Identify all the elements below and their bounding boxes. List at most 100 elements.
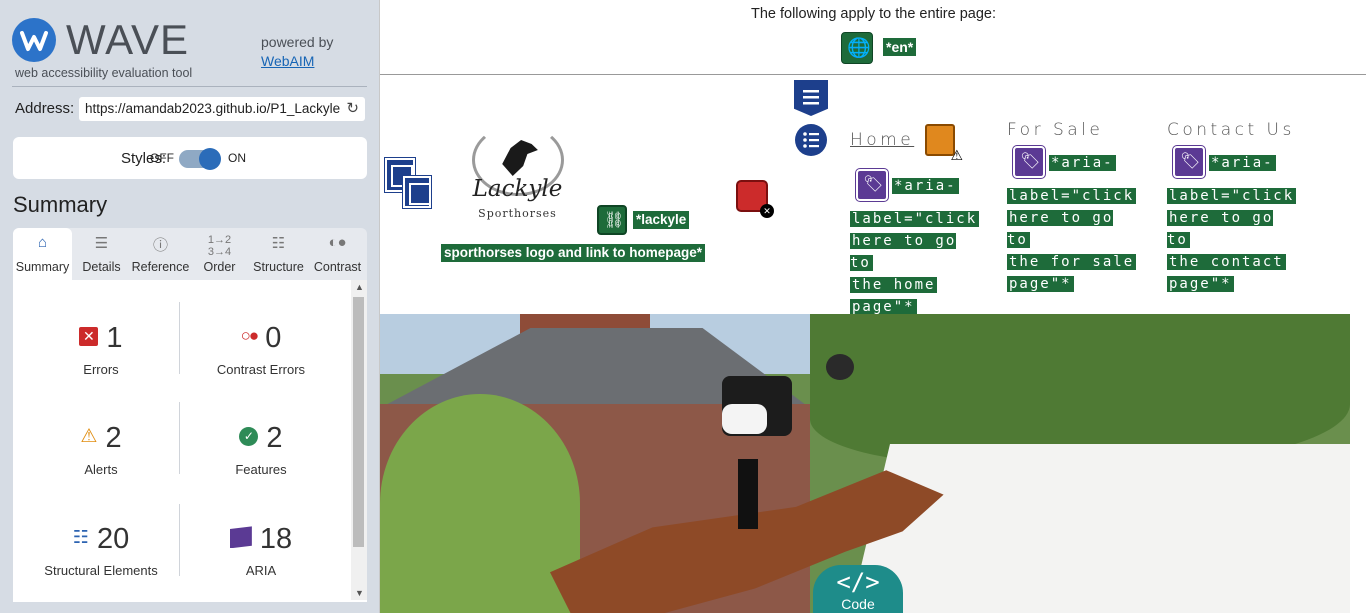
stat-errors[interactable]: ✕ 1 Errors	[21, 322, 181, 377]
tab-label: Details	[82, 260, 121, 274]
stat-features[interactable]: ✓ 2 Features	[181, 422, 341, 477]
scroll-down-icon[interactable]: ▼	[355, 588, 364, 598]
logo-alt-line-1: *lackyle	[633, 211, 690, 229]
code-icon: </>	[836, 568, 880, 596]
html5-icon[interactable]	[794, 80, 828, 116]
wave-logo: WAVE web accessibility evaluation tool p…	[12, 16, 372, 86]
wave-logo-subtitle: web accessibility evaluation tool	[15, 66, 193, 80]
stat-contrast-errors[interactable]: ○● 0 Contrast Errors	[181, 322, 341, 377]
logo-subtitle: Sporthorses	[478, 207, 557, 220]
address-input[interactable]: https://amandab2023.github.io/P1_Lackyle…	[79, 97, 365, 121]
aria-line: *aria-	[1209, 155, 1276, 171]
styles-on-label: ON	[228, 151, 246, 165]
errors-count: 1	[106, 322, 123, 354]
divider	[12, 86, 367, 87]
hero-rider-boot	[738, 459, 758, 529]
page-notice-title: The following apply to the entire page:	[750, 6, 997, 22]
language-tag: *en*	[883, 38, 917, 56]
logo-alt-line-2: sporthorses logo and link to homepage*	[441, 244, 706, 262]
webaim-link[interactable]: WebAIM	[261, 53, 314, 69]
wave-logo-text: WAVE	[66, 16, 190, 63]
page-level-notices: The following apply to the entire page: …	[380, 0, 1366, 75]
site-logo[interactable]: Lackyle Sporthorses	[460, 124, 575, 224]
list-icon: ☰	[94, 235, 109, 252]
tab-summary[interactable]: ⌂ Summary	[13, 228, 72, 280]
contrast-icon: ◐●	[328, 234, 347, 251]
aria-label-icon[interactable]	[856, 169, 888, 201]
aria-label-icon[interactable]	[1173, 146, 1205, 178]
alt-text: sporthorses logo and link to homepage*	[441, 244, 706, 262]
error-empty-link-icon[interactable]	[736, 180, 774, 218]
aria-text-forsale-cont: label="click here to go to the for sale …	[1007, 185, 1142, 295]
tab-label: Contrast	[313, 260, 362, 274]
reload-icon[interactable]: ↻	[346, 99, 359, 117]
hero-rider-breeches	[722, 404, 767, 434]
hero-trees	[810, 314, 1350, 464]
aria-label: ARIA	[245, 563, 277, 578]
wave-logo-icon	[12, 18, 56, 62]
redundant-link-alert-icon[interactable]	[925, 124, 963, 164]
tab-reference[interactable]: ⓘ Reference	[131, 228, 190, 280]
app-window: WAVE web accessibility evaluation tool p…	[0, 0, 1366, 613]
contrast-error-icon: ○●	[240, 326, 259, 346]
aria-line: here to go to	[1167, 210, 1274, 248]
aria-label-icon[interactable]	[1013, 146, 1045, 178]
tab-structure[interactable]: ☷ Structure	[249, 228, 308, 280]
aria-text-home-cont: label="click here to go to the home page…	[850, 208, 985, 318]
structural-label: Structural Elements	[44, 563, 158, 578]
scroll-up-icon[interactable]: ▲	[355, 282, 364, 292]
code-toggle-button[interactable]: </> Code	[813, 565, 903, 613]
features-count: 2	[266, 422, 283, 454]
aria-line: here to go to	[850, 233, 957, 271]
alerts-label: Alerts	[84, 462, 118, 477]
nav-for-sale[interactable]: For Sale	[1007, 120, 1103, 140]
toggle-knob	[199, 148, 221, 170]
list-icon[interactable]	[795, 124, 827, 156]
powered-by: powered by WebAIM	[261, 33, 333, 71]
contrast-errors-label: Contrast Errors	[216, 362, 306, 377]
stat-aria[interactable]: 18 ARIA	[181, 523, 341, 578]
stat-alerts[interactable]: ⚠ 2 Alerts	[21, 422, 181, 477]
tab-bar: ⌂ Summary ☰ Details ⓘ Reference 1→2 3→4 O…	[13, 228, 367, 280]
site-header: Lackyle Sporthorses *lackyle sporthorses…	[380, 76, 1350, 315]
nav-home[interactable]: Home	[850, 130, 914, 150]
wave-sidebar: WAVE web accessibility evaluation tool p…	[0, 0, 379, 613]
linked-image-icon[interactable]	[597, 205, 627, 235]
aria-line: page"*	[850, 299, 917, 315]
aria-icon	[229, 526, 252, 549]
alerts-count: 2	[105, 422, 122, 454]
styles-toggle[interactable]	[179, 148, 221, 170]
tab-label: Summary	[15, 260, 70, 274]
aria-line: page"*	[1007, 276, 1074, 292]
error-icon: ✕	[79, 326, 99, 346]
aria-line: *aria-	[892, 178, 959, 194]
sidebar-scrollbar[interactable]: ▲ ▼	[351, 280, 367, 600]
structure-icon: ☷	[271, 235, 286, 252]
tab-contrast[interactable]: ◐● Contrast	[308, 228, 367, 280]
address-label: Address:	[15, 100, 75, 117]
tab-details[interactable]: ☰ Details	[72, 228, 131, 280]
aria-line: label="click	[1007, 188, 1137, 204]
styles-off-label: OFF	[150, 151, 174, 165]
contrast-errors-count: 0	[265, 322, 282, 354]
structural-count: 20	[96, 523, 130, 555]
aria-count: 18	[259, 523, 293, 555]
summary-panel: ✕ 1 Errors ○● 0 Contrast Errors ⚠ 2 Alerts …	[13, 280, 367, 602]
aria-text-contact-cont: label="click here to go to the contact p…	[1167, 185, 1302, 295]
aria-line: here to go to	[1007, 210, 1114, 248]
nav-region-icon[interactable]	[403, 176, 431, 208]
scroll-thumb[interactable]	[353, 297, 364, 547]
tab-order[interactable]: 1→2 3→4 Order	[190, 228, 249, 280]
language-globe-icon[interactable]	[841, 32, 873, 64]
errors-label: Errors	[83, 362, 119, 377]
powered-by-label: powered by	[261, 34, 334, 50]
aria-line: label="click	[850, 211, 980, 227]
evaluated-page: The following apply to the entire page: …	[379, 0, 1366, 613]
stat-structural[interactable]: ☷ 20 Structural Elements	[21, 523, 181, 578]
aria-line: the for sale	[1007, 254, 1137, 270]
nav-contact-us[interactable]: Contact Us	[1167, 120, 1295, 140]
tab-label: Reference	[131, 260, 190, 274]
alt-text: *lackyle	[633, 211, 690, 229]
aria-line: *aria-	[1049, 155, 1116, 171]
aria-line: the contact	[1167, 254, 1286, 270]
